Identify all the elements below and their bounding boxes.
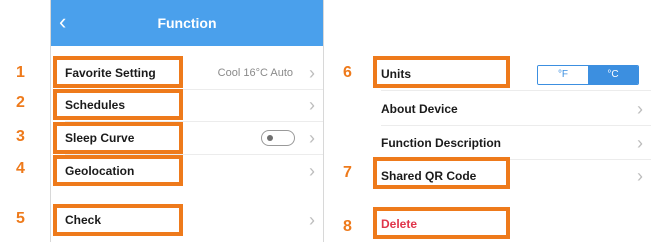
marker-number: 8 [343,218,352,235]
highlight-box-3 [53,122,183,154]
marker-number: 7 [343,164,352,181]
marker-number: 6 [343,64,352,81]
marker-number: 3 [16,128,25,145]
marker-number: 1 [16,64,25,81]
sleep-curve-toggle[interactable] [261,130,295,146]
highlight-box-7 [373,157,510,189]
highlight-box-6 [373,56,510,88]
highlight-box-2 [53,89,183,120]
unit-fahrenheit-option[interactable]: °F [538,66,588,84]
chevron-right-icon: › [309,161,315,181]
chevron-right-icon: › [637,166,643,186]
marker-number: 5 [16,210,25,227]
chevron-right-icon: › [637,99,643,119]
function-header: ‹ Function [51,0,323,46]
marker-number: 4 [16,160,25,177]
divider [381,90,651,91]
toggle-knob [267,135,273,141]
chevron-right-icon: › [637,133,643,153]
function-description-label: Function Description [381,136,501,150]
highlight-box-1 [53,56,183,88]
chevron-right-icon: › [309,63,315,83]
unit-celsius-option[interactable]: °C [588,66,638,84]
favorite-setting-value: Cool 16°C Auto [217,67,293,79]
function-description-row[interactable]: Function Description › [367,126,651,160]
highlight-box-5 [53,204,183,236]
marker-number: 2 [16,94,25,111]
chevron-right-icon: › [309,128,315,148]
highlight-box-8 [373,207,510,239]
about-device-label: About Device [381,102,458,116]
chevron-right-icon: › [309,95,315,115]
about-device-row[interactable]: About Device › [367,92,651,126]
chevron-right-icon: › [309,210,315,230]
page-title: Function [157,15,217,31]
highlight-box-4 [53,155,183,186]
units-segmented-control[interactable]: °F °C [537,65,639,85]
